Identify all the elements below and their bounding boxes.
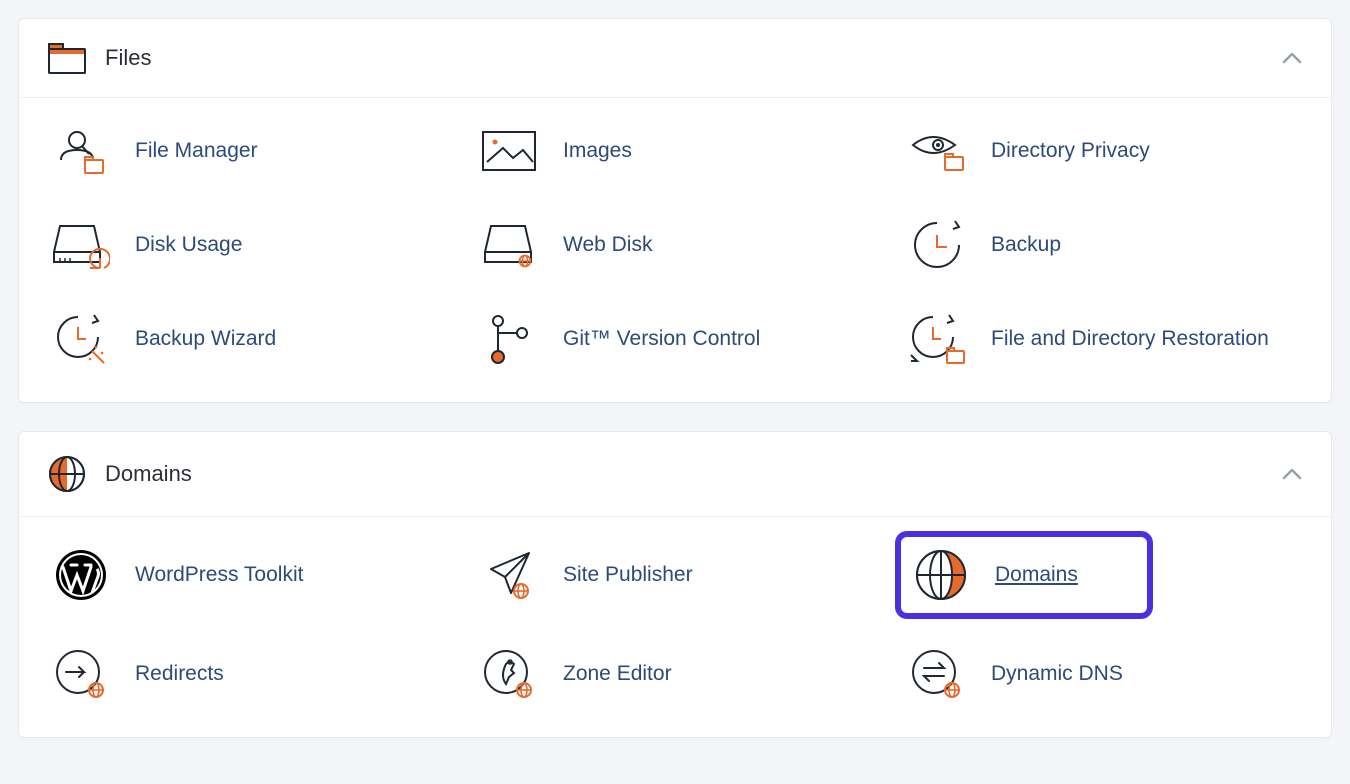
git-icon — [477, 311, 541, 367]
zone-editor-link[interactable]: Zone Editor — [471, 639, 879, 709]
domains-panel: Domains WordPress Toolkit — [18, 431, 1332, 738]
file-manager-label: File Manager — [135, 138, 258, 164]
images-link[interactable]: Images — [471, 116, 879, 186]
redirects-icon — [49, 646, 113, 702]
images-label: Images — [563, 138, 632, 164]
backup-wizard-icon — [49, 311, 113, 367]
site-publisher-label: Site Publisher — [563, 562, 693, 588]
backup-icon — [905, 217, 969, 273]
disk-usage-link[interactable]: Disk Usage — [43, 210, 451, 280]
dynamic-dns-icon — [905, 646, 969, 702]
wordpress-toolkit-link[interactable]: WordPress Toolkit — [43, 535, 451, 615]
domains-grid: WordPress Toolkit Site Publisher — [19, 517, 1331, 737]
zone-editor-label: Zone Editor — [563, 661, 672, 687]
files-grid: File Manager Images — [19, 98, 1331, 402]
domains-icon — [909, 547, 973, 603]
backup-link[interactable]: Backup — [899, 210, 1307, 280]
site-publisher-link[interactable]: Site Publisher — [471, 535, 879, 615]
file-manager-icon — [49, 123, 113, 179]
files-panel: Files File Manager — [18, 18, 1332, 403]
directory-privacy-label: Directory Privacy — [991, 138, 1150, 164]
chevron-up-icon[interactable] — [1281, 467, 1303, 481]
disk-usage-label: Disk Usage — [135, 232, 242, 258]
file-manager-link[interactable]: File Manager — [43, 116, 451, 186]
wordpress-icon — [49, 547, 113, 603]
zone-editor-icon — [477, 646, 541, 702]
dynamic-dns-link[interactable]: Dynamic DNS — [899, 639, 1307, 709]
backup-label: Backup — [991, 232, 1061, 258]
images-icon — [477, 123, 541, 179]
folder-icon — [47, 41, 87, 75]
web-disk-label: Web Disk — [563, 232, 652, 258]
web-disk-link[interactable]: Web Disk — [471, 210, 879, 280]
chevron-up-icon[interactable] — [1281, 51, 1303, 65]
domains-panel-header[interactable]: Domains — [19, 432, 1331, 517]
redirects-link[interactable]: Redirects — [43, 639, 451, 709]
backup-wizard-link[interactable]: Backup Wizard — [43, 304, 451, 374]
dynamic-dns-label: Dynamic DNS — [991, 661, 1123, 687]
directory-privacy-icon — [905, 123, 969, 179]
file-restore-icon — [905, 311, 969, 367]
backup-wizard-label: Backup Wizard — [135, 326, 276, 352]
globe-icon — [47, 454, 87, 494]
web-disk-icon — [477, 217, 541, 273]
files-panel-header[interactable]: Files — [19, 19, 1331, 98]
files-title: Files — [105, 45, 151, 71]
directory-privacy-link[interactable]: Directory Privacy — [899, 116, 1307, 186]
domains-item-label: Domains — [995, 562, 1078, 588]
domains-title: Domains — [105, 461, 192, 487]
git-version-control-link[interactable]: Git™ Version Control — [471, 304, 879, 374]
file-restore-label: File and Directory Restoration — [991, 326, 1269, 352]
disk-usage-icon — [49, 217, 113, 273]
domains-link[interactable]: Domains — [899, 535, 1149, 615]
file-directory-restoration-link[interactable]: File and Directory Restoration — [899, 304, 1307, 374]
wordpress-toolkit-label: WordPress Toolkit — [135, 562, 303, 588]
site-publisher-icon — [477, 547, 541, 603]
git-label: Git™ Version Control — [563, 326, 760, 352]
redirects-label: Redirects — [135, 661, 224, 687]
